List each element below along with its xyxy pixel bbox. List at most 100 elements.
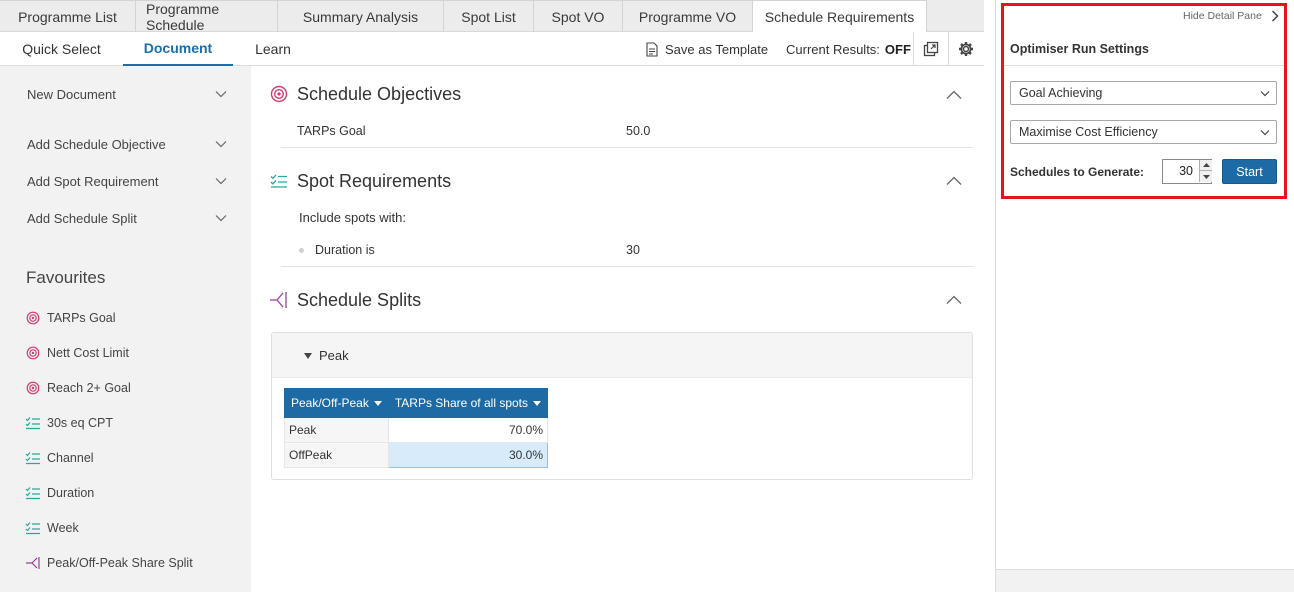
goal-select[interactable]: Goal Achieving [1010, 81, 1277, 105]
favourites-title: Favourites [26, 268, 106, 287]
split-group-box: Peak Peak/Off-Peak TARPs Share of all sp… [271, 332, 973, 480]
section-title-schedule-splits: Schedule Splits [297, 290, 422, 310]
chevron-down-icon [215, 141, 227, 148]
sidebar-item-new-document[interactable]: New Document [27, 84, 227, 104]
tab-summary-analysis[interactable]: Summary Analysis [278, 0, 444, 32]
sidebar-item-add-schedule-objective[interactable]: Add Schedule Objective [27, 134, 227, 154]
chevron-down-icon [215, 215, 227, 222]
favourite-duration[interactable]: Duration [24, 483, 94, 503]
dropdown-arrow-icon [373, 401, 382, 407]
document-main: Schedule Objectives TARPs Goal 50.0 Spot… [251, 66, 984, 592]
favourite-label: Peak/Off-Peak Share Split [47, 556, 193, 570]
tab-programme-schedule[interactable]: Programme Schedule [136, 0, 278, 33]
favourite-nett-cost-limit[interactable]: Nett Cost Limit [24, 343, 129, 363]
current-results-toggle[interactable]: Current Results: OFF [786, 32, 911, 66]
row-label: Duration is [315, 243, 375, 257]
column-header-tarps-share[interactable]: TARPs Share of all spots [387, 388, 549, 418]
settings-button[interactable] [948, 32, 983, 66]
chevron-up-icon[interactable] [946, 176, 962, 186]
tab-spot-list[interactable]: Spot List [444, 0, 534, 32]
efficiency-select-value: Maximise Cost Efficiency [1019, 125, 1158, 139]
document-icon [646, 41, 658, 57]
save-as-template-label: Save as Template [665, 41, 769, 57]
chevron-down-icon [215, 91, 227, 98]
split-table: Peak/Off-Peak TARPs Share of all spots P… [284, 388, 549, 468]
checklist-icon [24, 450, 42, 466]
tab-spot-vo[interactable]: Spot VO [534, 0, 623, 32]
bullet [299, 248, 304, 253]
popout-button[interactable] [913, 32, 948, 66]
chevron-down-icon [215, 178, 227, 185]
table-cell-share[interactable]: 70.0% [387, 417, 549, 443]
spot-requirement-row[interactable]: Duration is 30 [281, 235, 973, 267]
table-row: Peak 70.0% [284, 417, 549, 443]
target-icon [24, 380, 42, 396]
goal-select-value: Goal Achieving [1019, 86, 1103, 100]
subtab-document[interactable]: Document [123, 32, 233, 66]
popout-icon [923, 41, 939, 57]
dropdown-arrow-icon [533, 401, 541, 407]
tab-programme-vo[interactable]: Programme VO [623, 0, 753, 32]
target-icon [24, 345, 42, 361]
sidebar-item-add-spot-requirement[interactable]: Add Spot Requirement [27, 171, 227, 191]
caret-down-icon [1202, 174, 1210, 179]
objective-row[interactable]: TARPs Goal 50.0 [281, 116, 973, 148]
column-header-peak-off-peak[interactable]: Peak/Off-Peak [284, 388, 389, 418]
table-cell-share[interactable]: 30.0% [387, 442, 549, 468]
favourite-label: Week [47, 521, 79, 535]
current-results-label: Current Results: [786, 41, 880, 57]
favourite-reach-2-goal[interactable]: Reach 2+ Goal [24, 378, 131, 398]
split-group-name: Peak [319, 348, 349, 363]
favourite-30s-eq-cpt[interactable]: 30s eq CPT [24, 413, 113, 433]
favourite-label: Reach 2+ Goal [47, 381, 131, 395]
stepper-down-button[interactable] [1199, 171, 1212, 182]
schedules-to-generate-label: Schedules to Generate: [1010, 165, 1145, 179]
chevron-down-icon [1260, 91, 1270, 97]
divider [1004, 65, 1284, 66]
expand-triangle-icon [304, 353, 312, 359]
optimiser-run-settings-title: Optimiser Run Settings [1010, 42, 1149, 56]
include-spots-text: Include spots with: [299, 210, 406, 225]
efficiency-select[interactable]: Maximise Cost Efficiency [1010, 120, 1277, 144]
hide-detail-pane-button[interactable]: Hide Detail Pane [1183, 10, 1262, 22]
favourite-peak-off-peak-share-split[interactable]: Peak/Off-Peak Share Split [24, 553, 193, 573]
favourite-channel[interactable]: Channel [24, 448, 94, 468]
chevron-up-icon[interactable] [946, 90, 962, 100]
save-as-template-button[interactable]: Save as Template [646, 32, 768, 66]
checklist-icon [24, 415, 42, 431]
favourite-week[interactable]: Week [24, 518, 79, 538]
schedules-stepper-value[interactable]: 30 [1163, 160, 1198, 183]
sidebar-item-label: Add Schedule Objective [27, 136, 166, 152]
sub-navigation: Quick Select Document Learn Save as Temp… [0, 32, 984, 66]
split-group-header[interactable]: Peak [272, 333, 972, 378]
start-button[interactable]: Start [1222, 159, 1277, 184]
chevron-up-icon[interactable] [946, 295, 962, 305]
checklist-icon [24, 485, 42, 501]
tab-programme-list[interactable]: Programme List [0, 0, 136, 32]
sidebar-item-add-schedule-split[interactable]: Add Schedule Split [27, 208, 227, 228]
target-icon [269, 84, 289, 104]
table-cell-name: OffPeak [284, 442, 389, 468]
table-cell-name: Peak [284, 417, 389, 443]
checklist-icon [24, 520, 42, 536]
sidebar-item-label: Add Spot Requirement [27, 173, 159, 189]
subtab-learn[interactable]: Learn [233, 32, 313, 66]
favourite-label: Duration [47, 486, 95, 500]
section-title-spot-requirements: Spot Requirements [297, 171, 452, 191]
subtab-quick-select[interactable]: Quick Select [0, 32, 123, 66]
target-icon [24, 310, 42, 326]
app-window: Programme List Programme Schedule Summar… [0, 0, 1294, 592]
chevron-down-icon [1260, 130, 1270, 136]
tab-schedule-requirements[interactable]: Schedule Requirements [753, 0, 927, 33]
split-icon [24, 555, 42, 571]
current-results-value: OFF [884, 41, 911, 57]
gear-icon [959, 42, 973, 56]
favourite-tarps-goal[interactable]: TARPs Goal [24, 308, 116, 328]
stepper-up-button[interactable] [1199, 160, 1212, 171]
section-title-schedule-objectives: Schedule Objectives [297, 84, 462, 104]
schedules-stepper[interactable]: 30 [1162, 159, 1212, 184]
favourite-label: Channel [47, 451, 94, 465]
chevron-right-icon[interactable] [1271, 10, 1279, 22]
top-tab-strip: Programme List Programme Schedule Summar… [0, 0, 984, 33]
checklist-icon [269, 171, 289, 191]
